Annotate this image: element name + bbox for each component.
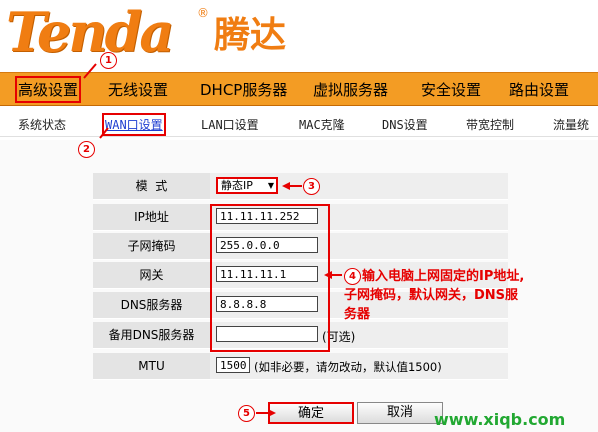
annotation-2: 2 xyxy=(78,141,95,158)
annotation-note-line3: 务器 xyxy=(344,307,371,322)
annotation-4: 4 xyxy=(344,268,361,285)
annotation-note-line1: 输入电脑上网固定的IP地址, xyxy=(362,269,525,284)
annotation-arrows xyxy=(83,63,342,417)
annotation-3: 3 xyxy=(303,178,320,195)
annotation-5: 5 xyxy=(238,405,255,422)
annotation-note-line2: 子网掩码，默认网关，DNS服 xyxy=(344,288,519,303)
annotation-1: 1 xyxy=(100,52,117,69)
watermark: www.xiqb.com xyxy=(434,410,566,429)
